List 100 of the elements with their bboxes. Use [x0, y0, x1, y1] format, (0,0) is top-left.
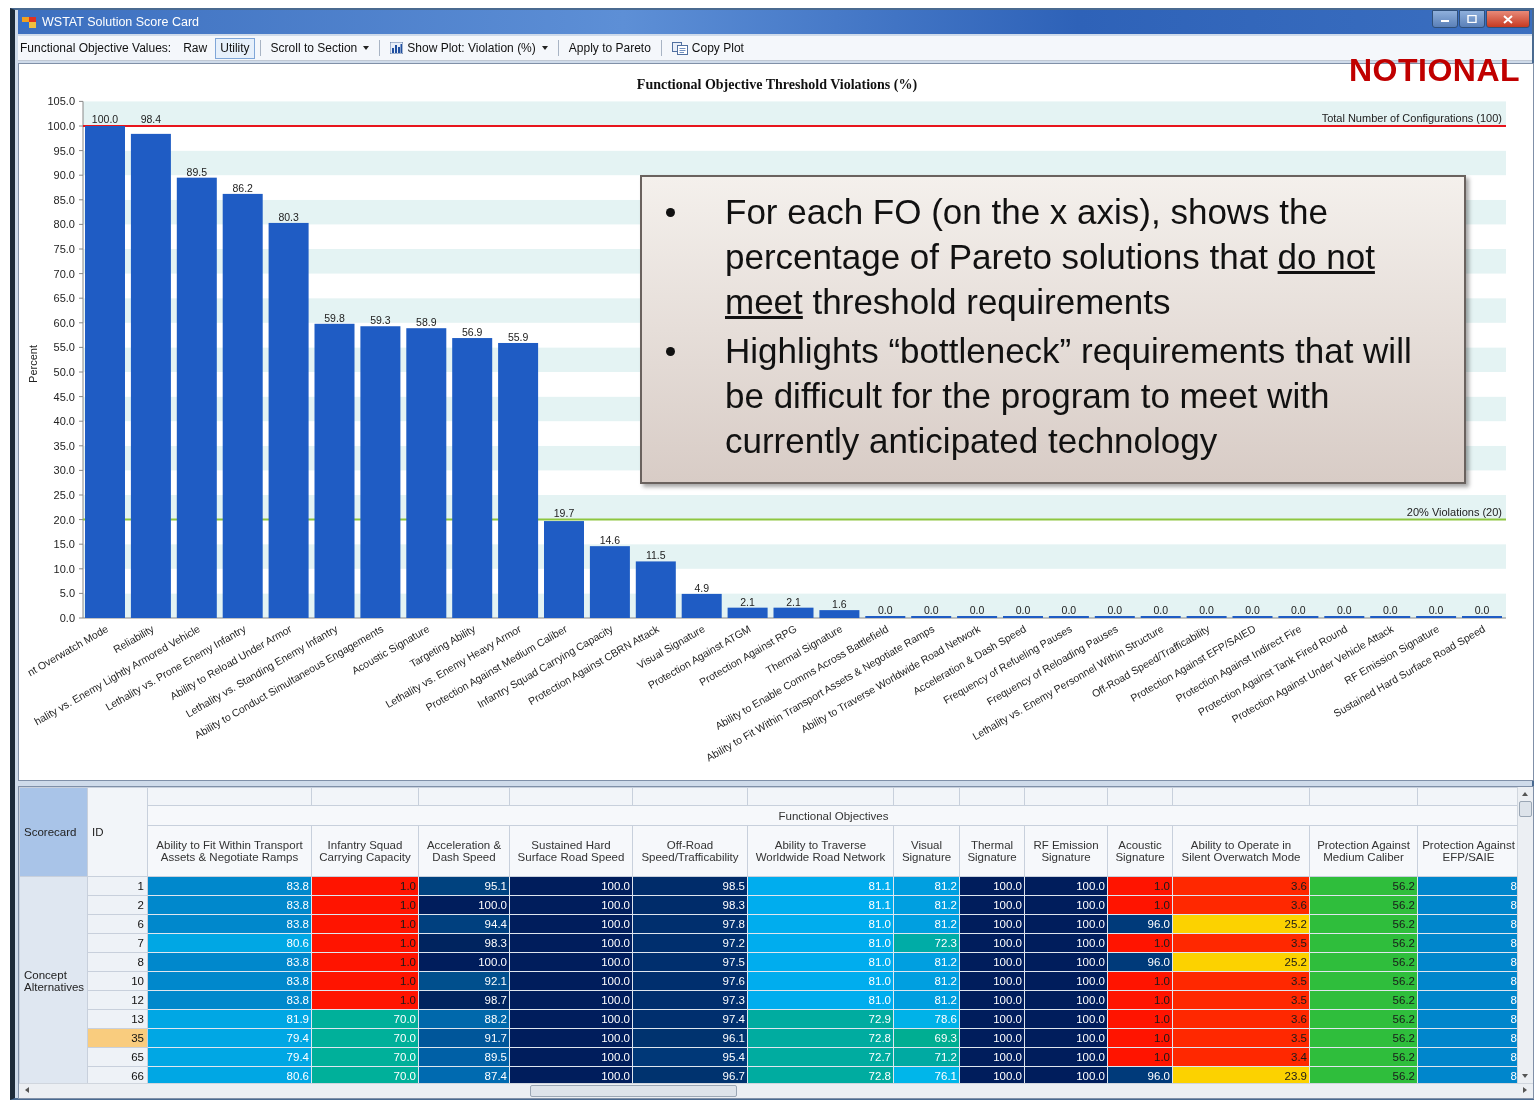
dropdown-button[interactable]: Show Plot: Violation (%)	[385, 37, 553, 59]
bar-value-label: 0.0	[1291, 604, 1306, 616]
bar-value-label: 0.0	[1428, 604, 1444, 616]
value-mode-button[interactable]: Utility	[215, 37, 255, 59]
toolbar-label: Functional Objective Values:	[20, 41, 172, 55]
bar-value-label: 59.3	[370, 314, 391, 327]
bar-value-label: 0.0	[1015, 604, 1031, 616]
column-header: Infantry Squad Carrying Capacity	[311, 825, 419, 877]
maximize-icon	[1467, 15, 1477, 23]
column-header: Off-Road Speed/Trafficability	[632, 825, 748, 877]
bullet-icon	[666, 347, 675, 356]
column-header: Ability to Traverse Worldwide Road Network	[747, 825, 894, 877]
threshold-label: 20% Violations (20)	[1406, 505, 1502, 518]
y-tick-label: 85.0	[53, 193, 75, 206]
bar-value-label: 0.0	[1107, 604, 1123, 616]
column-header: ID	[87, 787, 148, 877]
column-header: Scorecard	[19, 787, 88, 877]
bar-value-label: 2.1	[740, 595, 755, 608]
close-button[interactable]	[1486, 10, 1530, 28]
bar-value-label: 80.3	[278, 210, 299, 223]
bar-value-label: 100.0	[91, 113, 119, 125]
y-tick-label: 105.0	[47, 95, 75, 108]
app-icon	[22, 15, 36, 29]
y-tick-label: 20.0	[53, 513, 75, 526]
bar-value-label: 11.5	[645, 549, 666, 562]
bar-value-label: 89.5	[186, 165, 207, 178]
bar	[727, 607, 768, 618]
column-header: Protection Against EFP/SAIE	[1417, 825, 1517, 877]
bar-value-label: 19.7	[553, 506, 575, 519]
bar-value-label: 0.0	[969, 604, 985, 616]
y-tick-label: 35.0	[53, 439, 75, 452]
bar	[589, 546, 630, 618]
close-icon	[1503, 14, 1513, 24]
bar-value-label: 0.0	[1245, 604, 1260, 616]
vertical-scrollbar[interactable]	[1517, 787, 1533, 1083]
y-tick-label: 15.0	[53, 538, 75, 551]
threshold-label: Total Number of Configurations (100)	[1321, 112, 1502, 124]
bar-value-label: 0.0	[1199, 604, 1214, 616]
y-tick-label: 65.0	[53, 292, 75, 305]
y-tick-label: 75.0	[53, 243, 75, 255]
bar-value-label: 0.0	[1337, 604, 1352, 616]
caret-icon	[363, 46, 370, 50]
y-tick-label: 70.0	[53, 267, 75, 280]
horizontal-scrollbar[interactable]	[19, 1083, 1533, 1098]
y-tick-label: 80.0	[53, 218, 75, 231]
bar-value-label: 14.6	[599, 534, 621, 547]
bar-value-label: 0.0	[1474, 604, 1490, 616]
column-header: Ability to Fit Within Transport Assets & Negotiate Ramps	[147, 825, 312, 877]
bar-value-label: 86.2	[232, 181, 253, 194]
bar	[819, 610, 860, 618]
column-header: Visual Signature	[893, 825, 960, 877]
bar-value-label: 0.0	[1153, 604, 1168, 616]
bar-value-label: 55.9	[507, 330, 529, 343]
y-tick-label: 90.0	[53, 169, 75, 182]
bar-value-label: 59.8	[324, 311, 345, 324]
y-tick-label: 55.0	[53, 341, 75, 354]
copy-icon	[671, 41, 688, 55]
column-header: RF Emission Signature	[1024, 825, 1108, 877]
bullet-text: Highlights “bottleneck” requirements that will be difficult for the program to meet with currently anticipated technology	[725, 330, 1413, 462]
y-tick-label: 5.0	[59, 587, 75, 600]
window-title: WSTAT Solution Score Card	[42, 15, 199, 29]
bar-value-label: 0.0	[923, 604, 939, 616]
chart-title: Functional Objective Threshold Violations (%)	[636, 77, 918, 92]
bar-value-label: 0.0	[878, 604, 893, 616]
bar-value-label: 0.0	[1382, 604, 1398, 616]
dropdown-button[interactable]: Scroll to Section	[265, 37, 375, 59]
caret-icon	[541, 46, 548, 50]
minimize-button[interactable]	[1432, 10, 1458, 28]
column-header: Sustained Hard Surface Road Speed	[509, 825, 633, 877]
bar-value-label: 98.4	[140, 113, 162, 125]
bullet-text: For each FO (on the x axis), shows the percentage of Pareto solutions that do not meet threshold requirements	[725, 191, 1376, 323]
column-header: Acoustic Signature	[1107, 825, 1173, 877]
bar-value-label: 58.9	[416, 316, 437, 329]
column-header: Protection Against Medium Caliber	[1309, 825, 1418, 877]
bar-value-label: 56.9	[462, 326, 483, 339]
bullet-icon	[666, 208, 675, 217]
y-tick-label: 40.0	[53, 415, 75, 428]
y-tick-label: 10.0	[53, 562, 75, 575]
y-tick-label: 100.0	[47, 120, 75, 132]
y-tick-label: 95.0	[53, 144, 75, 157]
bar-value-label: 2.1	[786, 595, 801, 608]
bar-chart-icon	[390, 42, 404, 54]
notional-label: NOTIONAL	[1349, 52, 1521, 89]
y-tick-label: 60.0	[53, 316, 75, 329]
bar-value-label: 1.6	[832, 598, 847, 611]
row-group-label: Concept Alternatives	[19, 876, 88, 1083]
toolbar-button[interactable]: Copy Plot	[666, 37, 749, 59]
axis-title: Percent	[27, 345, 39, 383]
y-tick-label: 50.0	[53, 366, 75, 378]
y-tick-label: 45.0	[53, 390, 75, 403]
bar-value-label: 0.0	[1061, 604, 1077, 616]
toolbar-button[interactable]: Apply to Pareto	[563, 37, 656, 59]
bar-value-label: 4.9	[694, 581, 709, 594]
y-tick-label: 25.0	[53, 489, 75, 501]
y-tick-label: 30.0	[53, 464, 75, 477]
bar	[635, 561, 676, 618]
column-group-header: Functional Objectives	[147, 805, 1517, 826]
bar	[773, 607, 814, 618]
maximize-button[interactable]	[1459, 10, 1485, 28]
value-mode-button[interactable]: Raw	[178, 37, 213, 59]
